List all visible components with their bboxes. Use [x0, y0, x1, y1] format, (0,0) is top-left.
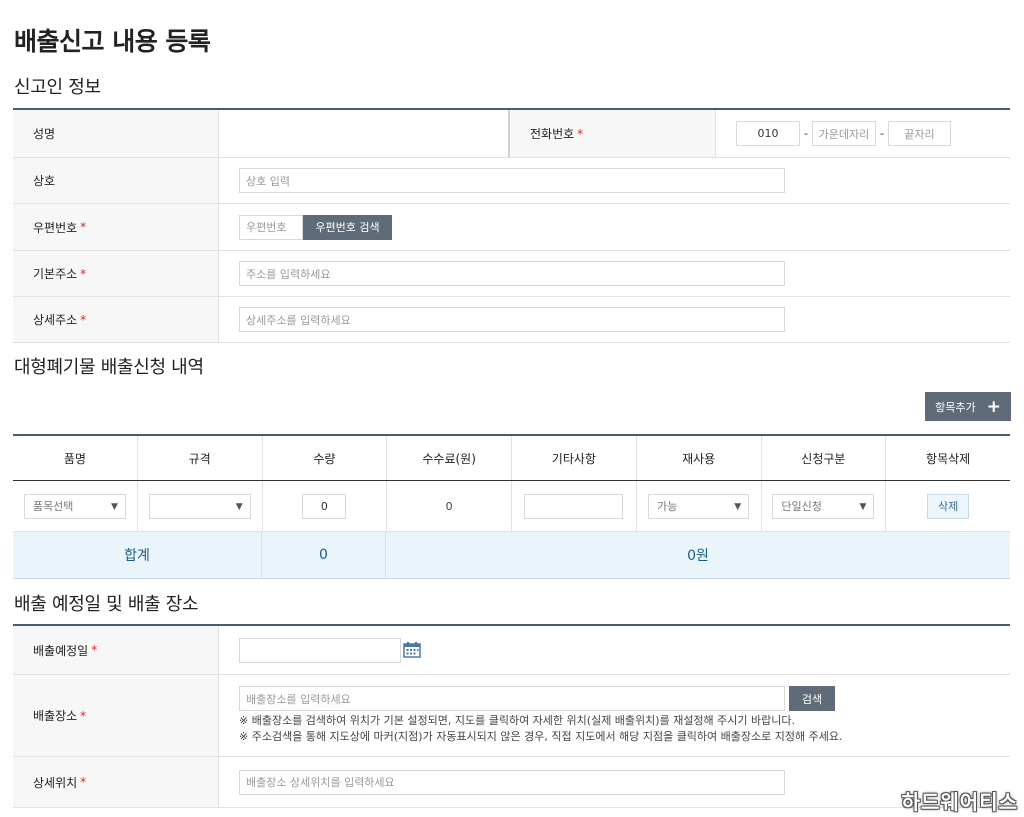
address-input[interactable]: 주소를 입력하세요 [239, 261, 785, 286]
row-place: 배출장소 * 배출장소를 입력하세요 검색 ※ 배출장소를 검색하여 위치가 기본… [13, 675, 1010, 757]
watermark: 하드웨어티스 [901, 790, 1018, 814]
add-item-button[interactable]: 항목추가 + [925, 392, 1011, 421]
date-label: 배출예정일 * [13, 626, 219, 674]
date-cell [219, 626, 1010, 674]
column-header: 품명 [13, 436, 138, 480]
name-value [219, 110, 510, 157]
column-header: 기타사항 [512, 436, 637, 480]
zip-label: 우편번호 * [13, 204, 219, 250]
delete-button[interactable]: 삭제 [927, 493, 970, 519]
place-input[interactable]: 배출장소를 입력하세요 [239, 686, 785, 711]
column-header: 수량 [263, 436, 388, 480]
total-row: 합계 0 0원 [13, 532, 1010, 579]
zip-cell: 우편번호 우편번호 검색 [219, 204, 1010, 250]
row-business: 상호 상호 입력 [13, 158, 1010, 204]
detail-address-cell: 상세주소를 입력하세요 [219, 297, 1010, 342]
zip-search-button[interactable]: 우편번호 검색 [303, 214, 392, 240]
applicant-form: 성명 전화번호 * 010 - 가운데자리 - 끝자리 상호 상호 입력 우편번호… [13, 108, 1010, 343]
phone-fields: 010 - 가운데자리 - 끝자리 [716, 110, 1010, 157]
waste-table: 품명 규격 수량 수수료(원) 기타사항 재사용 신청구분 항목삭제 품목선택 ▼… [13, 434, 1010, 579]
note-input[interactable] [524, 493, 624, 519]
type-select[interactable]: 단일신청 ▼ [772, 493, 875, 519]
place-search-button[interactable]: 검색 [789, 686, 835, 711]
phone-first-input[interactable]: 010 [736, 121, 800, 146]
row-date: 배출예정일 * [13, 626, 1010, 675]
row-name-phone: 성명 전화번호 * 010 - 가운데자리 - 끝자리 [13, 110, 1010, 158]
address-label: 기본주소 * [13, 251, 219, 296]
business-cell: 상호 입력 [219, 158, 1010, 203]
total-fee: 0원 [687, 548, 709, 564]
phone-separator: - [879, 127, 884, 140]
column-header: 재사용 [637, 436, 762, 480]
zip-input[interactable]: 우편번호 [239, 214, 303, 240]
phone-separator: - [804, 127, 808, 140]
chevron-down-icon: ▼ [110, 501, 118, 512]
item-select[interactable]: 품목선택 ▼ [23, 493, 126, 519]
reuse-select[interactable]: 가능 ▼ [648, 493, 750, 519]
place-note-1: ※ 배출장소를 검색하여 위치가 기본 설정되면, 지도를 클릭하여 자세한 위… [239, 714, 796, 727]
plus-icon: + [986, 396, 1001, 417]
date-input[interactable] [239, 637, 401, 663]
place-label: 배출장소 * [13, 675, 219, 756]
waste-table-header: 품명 규격 수량 수수료(원) 기타사항 재사용 신청구분 항목삭제 [13, 436, 1010, 481]
total-quantity: 0 [262, 532, 386, 578]
calendar-icon[interactable] [403, 642, 421, 658]
section-title-schedule: 배출 예정일 및 배출 장소 [14, 594, 199, 615]
spec-select[interactable]: ▼ [148, 493, 251, 519]
row-zip: 우편번호 * 우편번호 우편번호 검색 [13, 204, 1010, 251]
row-address: 기본주소 * 주소를 입력하세요 [13, 251, 1010, 297]
chevron-down-icon: ▼ [734, 501, 742, 512]
detail-address-label: 상세주소 * [13, 297, 219, 342]
quantity-input[interactable]: 0 [302, 493, 347, 519]
chevron-down-icon: ▼ [235, 501, 243, 512]
section-title-applicant: 신고인 정보 [14, 77, 101, 98]
business-label: 상호 [13, 158, 219, 203]
total-label: 합계 [13, 532, 262, 578]
column-header: 신청구분 [762, 436, 887, 480]
fee-value: 0 [387, 481, 512, 531]
schedule-form: 배출예정일 * 배출장소 * 배출장소를 입력하세요 검색 ※ 배출장소를 검색하여… [13, 624, 1010, 808]
row-detail-place: 상세위치 * 배출장소 상세위치를 입력하세요 [13, 757, 1010, 808]
column-header: 항목삭제 [926, 451, 971, 466]
add-item-label: 항목추가 [935, 400, 976, 414]
detail-place-label: 상세위치 * [13, 757, 219, 807]
name-label: 성명 [13, 110, 219, 157]
business-input[interactable]: 상호 입력 [239, 168, 785, 193]
detail-place-input[interactable]: 배출장소 상세위치를 입력하세요 [239, 769, 785, 795]
column-header: 규격 [138, 436, 263, 480]
row-detail-address: 상세주소 * 상세주소를 입력하세요 [13, 297, 1010, 343]
page-title: 배출신고 내용 등록 [14, 27, 211, 56]
address-cell: 주소를 입력하세요 [219, 251, 1010, 296]
section-title-waste: 대형폐기물 배출신청 내역 [14, 357, 204, 378]
place-cell: 배출장소를 입력하세요 검색 ※ 배출장소를 검색하여 위치가 기본 설정되면,… [219, 675, 1010, 756]
column-header: 수수료(원) [387, 436, 512, 480]
detail-place-cell: 배출장소 상세위치를 입력하세요 [219, 757, 1010, 807]
place-note-2: ※ 주소검색을 통해 지도상에 마커(지점)가 자동표시되지 않은 경우, 직접… [239, 730, 843, 743]
detail-address-input[interactable]: 상세주소를 입력하세요 [239, 307, 785, 332]
phone-label: 전화번호 * [510, 110, 716, 157]
table-row: 품목선택 ▼ ▼ 0 0 가능 ▼ 단일신청 ▼ 삭제 [13, 481, 1010, 532]
phone-last-input[interactable]: 끝자리 [887, 121, 951, 146]
phone-middle-input[interactable]: 가운데자리 [811, 121, 876, 146]
chevron-down-icon: ▼ [859, 501, 867, 512]
